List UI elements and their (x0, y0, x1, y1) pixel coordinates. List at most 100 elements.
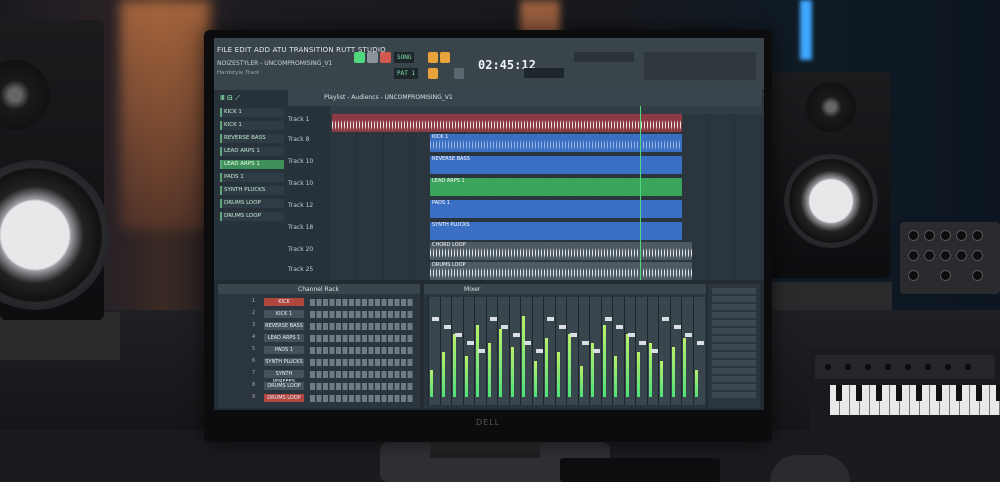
browser-item[interactable]: SYNTH PLUCKS (220, 186, 284, 195)
browser-item[interactable]: DRUMS LOOP (220, 212, 284, 221)
volume-fader[interactable] (432, 317, 439, 321)
volume-fader[interactable] (455, 333, 462, 337)
volume-fader[interactable] (685, 333, 692, 337)
step-sequencer-row[interactable] (310, 383, 414, 390)
pattern-clip[interactable]: REVERSE BASS (430, 156, 682, 174)
mixer-strip[interactable] (692, 297, 705, 405)
mixer-strip[interactable] (623, 297, 636, 405)
stop-button[interactable] (367, 52, 378, 63)
pattern-song-display[interactable]: SONG (394, 52, 415, 63)
browser-tools-icon[interactable]: Ⅲ ⊟ ⟋ (220, 94, 240, 103)
master-volume-slider[interactable] (574, 52, 634, 62)
track-label[interactable]: Track 25 (288, 266, 330, 273)
track-label[interactable]: Track 12 (288, 202, 330, 209)
mixer-strip[interactable] (508, 297, 521, 405)
step-sequencer-row[interactable] (310, 395, 414, 402)
audio-clip[interactable]: DRUMS LOOP (430, 262, 692, 280)
mixer-strip[interactable] (600, 297, 613, 405)
mixer-strip[interactable] (635, 297, 647, 405)
volume-fader[interactable] (535, 349, 543, 353)
track-label[interactable]: Track 20 (288, 246, 330, 253)
volume-fader[interactable] (593, 349, 600, 353)
step-sequencer-row[interactable] (310, 371, 414, 378)
countdown-button[interactable] (440, 52, 450, 63)
browser-item[interactable]: DRUMS LOOP (220, 199, 284, 208)
record-button[interactable] (380, 52, 391, 63)
channel-button[interactable]: LEAD ARPS 1 (264, 334, 304, 342)
audio-clip[interactable]: CHORD LOOP (430, 242, 692, 260)
pattern-clip[interactable]: PADS 1 (430, 200, 682, 218)
mixer-strip[interactable] (589, 297, 601, 405)
volume-fader[interactable] (639, 341, 646, 345)
volume-fader[interactable] (581, 341, 589, 345)
volume-fader[interactable] (673, 325, 681, 329)
mixer-strip[interactable] (681, 297, 693, 405)
channel-button[interactable]: PADS 1 (264, 346, 304, 354)
volume-fader[interactable] (512, 333, 520, 337)
channel-button[interactable]: DRUMS LOOP (264, 394, 304, 402)
volume-fader[interactable] (547, 317, 554, 321)
mixer-strip[interactable] (428, 297, 440, 405)
volume-fader[interactable] (524, 341, 531, 345)
volume-fader[interactable] (650, 349, 658, 353)
volume-fader[interactable] (443, 325, 451, 329)
browser-item[interactable]: REVERSE BASS (220, 134, 284, 143)
mixer-strip[interactable] (658, 297, 670, 405)
snap-button[interactable] (454, 68, 464, 79)
mixer-strip[interactable] (612, 297, 624, 405)
mixer-strip[interactable] (577, 297, 590, 405)
browser-item[interactable]: PADS 1 (220, 173, 284, 182)
mixer-strip[interactable] (566, 297, 578, 405)
volume-fader[interactable] (616, 325, 623, 329)
pattern-clip[interactable]: LEAD ARPS 1 (430, 178, 682, 196)
track-label[interactable]: Track 8 (288, 136, 330, 143)
mixer-strip[interactable] (669, 297, 682, 405)
channel-button[interactable]: REVERSE BASS (264, 322, 304, 330)
mixer-strip[interactable] (531, 297, 544, 405)
track-label[interactable]: Track 1 (288, 116, 330, 123)
step-sequencer-row[interactable] (310, 299, 414, 306)
volume-fader[interactable] (570, 333, 577, 337)
mixer-strip[interactable] (520, 297, 532, 405)
pattern-selector[interactable]: PAT 1 (394, 68, 419, 79)
metronome-button[interactable] (428, 52, 438, 63)
mixer-strip[interactable] (451, 297, 463, 405)
loop-record-button[interactable] (428, 68, 438, 79)
mixer-strip[interactable] (439, 297, 452, 405)
channel-button[interactable]: SYNTH PLUCKS (264, 358, 304, 366)
browser-item[interactable]: LEAD ARPS 1 (220, 147, 284, 156)
volume-fader[interactable] (501, 325, 508, 329)
channel-button[interactable]: DRUMS LOOP (264, 382, 304, 390)
step-sequencer-row[interactable] (310, 335, 414, 342)
mixer-strip[interactable] (462, 297, 475, 405)
mixer-strip[interactable] (485, 297, 498, 405)
track-label[interactable]: Track 18 (288, 224, 330, 231)
step-sequencer-row[interactable] (310, 323, 414, 330)
volume-fader[interactable] (627, 333, 635, 337)
mixer-strip[interactable] (543, 297, 555, 405)
volume-fader[interactable] (696, 341, 704, 345)
volume-fader[interactable] (662, 317, 669, 321)
channel-button[interactable]: KICK (264, 298, 304, 306)
track-label[interactable]: Track 10 (288, 180, 330, 187)
volume-fader[interactable] (478, 349, 485, 353)
volume-fader[interactable] (558, 325, 566, 329)
volume-fader[interactable] (489, 317, 497, 321)
mixer-strip[interactable] (554, 297, 567, 405)
play-button[interactable] (354, 52, 365, 63)
browser-item[interactable]: KICK 1 (220, 121, 284, 130)
playhead[interactable] (640, 106, 641, 280)
mixer-strip[interactable] (497, 297, 509, 405)
browser-item-selected[interactable]: LEAD ARPS 1 (220, 160, 284, 169)
volume-fader[interactable] (466, 341, 474, 345)
audio-clip[interactable] (332, 114, 682, 132)
pattern-clip[interactable]: KICK 1 (430, 134, 682, 152)
pattern-clip[interactable]: SYNTH PLUCKS (430, 222, 682, 240)
channel-button[interactable]: KICK 1 (264, 310, 304, 318)
browser-item[interactable]: KICK 1 (220, 108, 284, 117)
mixer-strip[interactable] (474, 297, 486, 405)
step-sequencer-row[interactable] (310, 311, 414, 318)
timeline-ruler[interactable] (330, 106, 762, 114)
mixer-strip[interactable] (646, 297, 659, 405)
step-sequencer-row[interactable] (310, 359, 414, 366)
